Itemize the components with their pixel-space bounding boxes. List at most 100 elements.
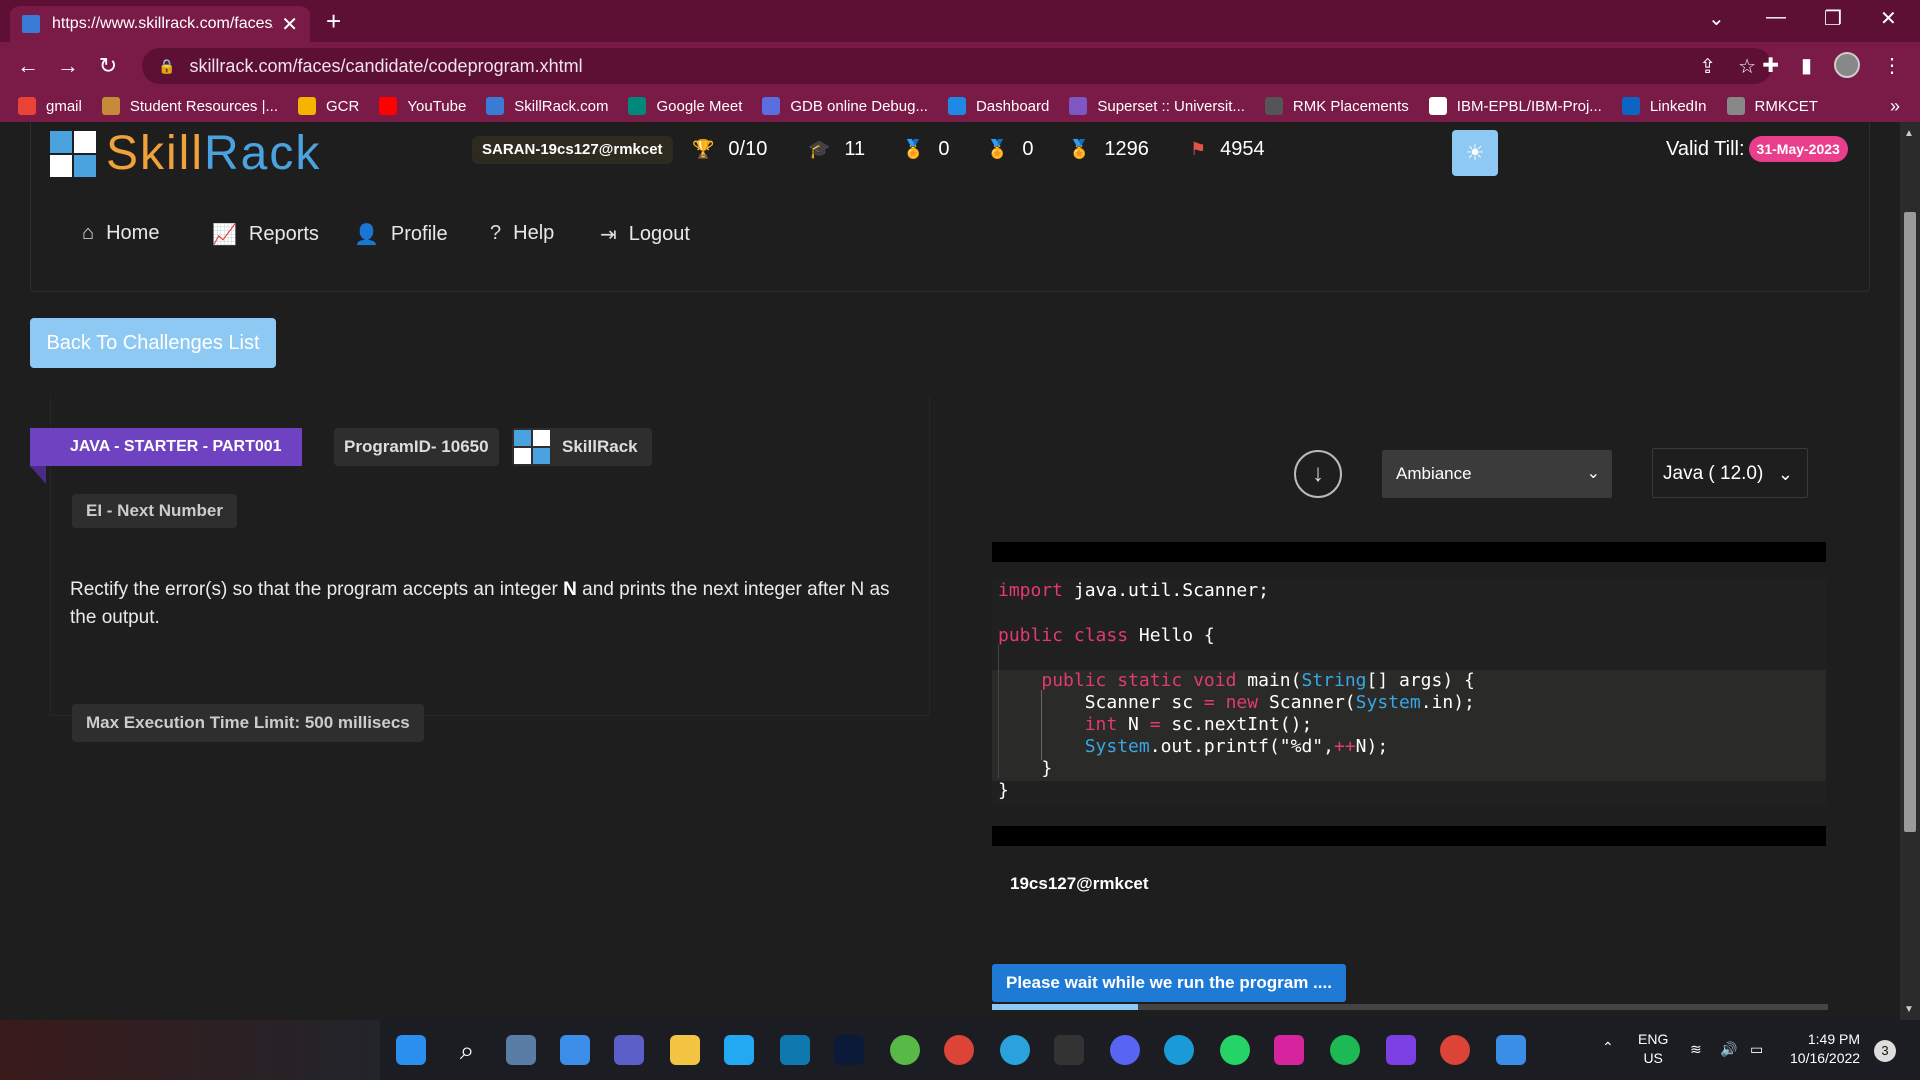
- prime-video-icon[interactable]: [780, 1035, 810, 1065]
- indent-guide: [1041, 690, 1042, 760]
- browser-tab[interactable]: https://www.skillrack.com/faces/c ✕: [10, 6, 310, 42]
- chrome-active-icon[interactable]: [1440, 1035, 1470, 1065]
- close-window-button[interactable]: ✕: [1880, 6, 1897, 31]
- new-tab-button[interactable]: +: [326, 6, 341, 37]
- tray-expand-icon[interactable]: ⌃: [1602, 1038, 1614, 1057]
- teams-icon[interactable]: [614, 1035, 644, 1065]
- alien-app-icon[interactable]: [1054, 1035, 1084, 1065]
- back-to-challenges-button[interactable]: Back To Challenges List: [30, 318, 276, 368]
- header-stat: 🏆 0/10: [692, 138, 767, 161]
- bookmark-item[interactable]: IBM-EPBL/IBM-Proj...: [1428, 97, 1602, 115]
- edge-icon[interactable]: [1164, 1035, 1194, 1065]
- profile-avatar[interactable]: [1834, 52, 1860, 78]
- time-limit-badge: Max Execution Time Limit: 500 millisecs: [72, 704, 424, 742]
- download-button[interactable]: ↓: [1294, 450, 1342, 498]
- problem-title: EI - Next Number: [72, 494, 237, 528]
- battery-icon[interactable]: ▭: [1750, 1040, 1763, 1059]
- restore-button[interactable]: ❐: [1824, 6, 1842, 31]
- header-stat: 🎓 11: [808, 138, 865, 161]
- tab-title: https://www.skillrack.com/faces/c: [52, 15, 274, 32]
- sun-icon: ☀: [1465, 140, 1485, 165]
- theme-toggle-button[interactable]: ☀: [1452, 130, 1498, 176]
- file-explorer-icon[interactable]: [670, 1035, 700, 1065]
- share-icon[interactable]: ⇪: [1699, 54, 1716, 79]
- bookmark-item[interactable]: gmail: [18, 97, 82, 115]
- bookmark-item[interactable]: Google Meet: [628, 97, 742, 115]
- vscode-icon[interactable]: [724, 1035, 754, 1065]
- bookmark-label: gmail: [46, 97, 82, 115]
- theme-select[interactable]: Ambiance ⌄: [1382, 450, 1612, 498]
- bookmarks-bar: gmail Student Resources |... GCR YouTube Ski…: [0, 90, 1920, 122]
- language-select[interactable]: Java ( 12.0) ⌄: [1652, 448, 1808, 498]
- discord-icon[interactable]: [1110, 1035, 1140, 1065]
- whatsapp-icon[interactable]: [1220, 1035, 1250, 1065]
- utorrent-icon[interactable]: [890, 1035, 920, 1065]
- language-indicator[interactable]: ENG US: [1638, 1030, 1668, 1068]
- bookmark-favicon-icon: [628, 97, 647, 115]
- forward-arrow-icon[interactable]: →: [48, 53, 88, 79]
- close-tab-icon[interactable]: ✕: [281, 12, 298, 37]
- address-bar[interactable]: 🔒 skillrack.com/faces/candidate/codeprog…: [142, 48, 1772, 84]
- minimize-button[interactable]: —: [1766, 6, 1786, 29]
- more-bookmarks-icon[interactable]: »: [1890, 96, 1900, 117]
- bookmark-item[interactable]: GCR: [298, 97, 359, 115]
- telegram-icon[interactable]: [1000, 1035, 1030, 1065]
- bookmark-favicon-icon: [486, 97, 505, 115]
- instagram-icon[interactable]: [1274, 1035, 1304, 1065]
- bookmark-label: GCR: [326, 97, 360, 115]
- theme-select-value: Ambiance: [1396, 464, 1472, 483]
- nav-profile[interactable]: 👤 Profile: [354, 222, 448, 247]
- widgets-icon[interactable]: [560, 1035, 590, 1065]
- side-panel-icon[interactable]: ▮: [1801, 53, 1812, 78]
- bookmark-item[interactable]: SkillRack.com: [486, 97, 608, 115]
- lock-icon[interactable]: 🔒: [158, 58, 175, 75]
- hotstar-icon[interactable]: [834, 1035, 864, 1065]
- skillrack-logo[interactable]: SkillRack: [50, 126, 321, 181]
- back-arrow-icon[interactable]: ←: [8, 53, 48, 79]
- page-content: SkillRack SARAN-19cs127@rmkcet 🏆 0/10 🎓 11 🏅…: [0, 122, 1900, 1020]
- clock[interactable]: 1:49 PM 10/16/2022: [1790, 1030, 1860, 1068]
- source-badge: SkillRack: [512, 428, 652, 466]
- source-label: SkillRack: [562, 437, 638, 456]
- scrollbar-thumb[interactable]: [1904, 212, 1916, 832]
- notification-badge[interactable]: 3: [1874, 1040, 1896, 1062]
- category-ribbon: JAVA - STARTER - PART001: [30, 428, 302, 466]
- bookmark-item[interactable]: Superset :: Universit...: [1069, 97, 1245, 115]
- code-editor[interactable]: import java.util.Scanner; public class H…: [992, 578, 1826, 806]
- bookmark-item[interactable]: YouTube: [379, 97, 466, 115]
- reload-icon[interactable]: ↻: [88, 53, 128, 79]
- task-view-icon[interactable]: [506, 1035, 536, 1065]
- help-icon: ?: [490, 222, 502, 244]
- bookmark-item[interactable]: RMK Placements: [1264, 97, 1409, 115]
- wifi-icon[interactable]: ≋: [1690, 1040, 1702, 1059]
- nav-logout[interactable]: ⇥ Logout: [600, 222, 690, 247]
- page-scrollbar[interactable]: ▲ ▼: [1900, 122, 1920, 1020]
- chrome-icon[interactable]: [944, 1035, 974, 1065]
- bookmark-item[interactable]: Student Resources |...: [101, 97, 278, 115]
- nav-help[interactable]: ? Help: [490, 222, 554, 245]
- start-icon[interactable]: [396, 1035, 426, 1065]
- photos-icon[interactable]: [1496, 1035, 1526, 1065]
- scroll-down-icon[interactable]: ▼: [1904, 1004, 1914, 1015]
- nav-home[interactable]: ⌂ Home: [82, 222, 159, 245]
- bookmark-star-icon[interactable]: ☆: [1738, 54, 1756, 79]
- bookmark-label: Google Meet: [656, 97, 743, 115]
- search-icon[interactable]: ⌕: [452, 1035, 482, 1065]
- validity: Valid Till: 31-May-2023: [1666, 136, 1848, 162]
- volume-icon[interactable]: 🔊: [1720, 1040, 1737, 1059]
- spotify-icon[interactable]: [1330, 1035, 1360, 1065]
- nav-reports[interactable]: 📈 Reports: [212, 222, 319, 247]
- bookmark-item[interactable]: Dashboard: [947, 97, 1049, 115]
- user-badge: SARAN-19cs127@rmkcet: [472, 136, 673, 164]
- bookmark-item[interactable]: GDB online Debug...: [762, 97, 928, 115]
- extensions-icon[interactable]: ✚: [1762, 53, 1779, 78]
- bookmark-item[interactable]: RMKCET: [1726, 97, 1818, 115]
- browser-tab-strip: https://www.skillrack.com/faces/c ✕ + ⌄ …: [0, 0, 1920, 42]
- bookmark-item[interactable]: LinkedIn: [1621, 97, 1707, 115]
- intellij-icon[interactable]: [1386, 1035, 1416, 1065]
- tab-search-icon[interactable]: ⌄: [1708, 6, 1725, 31]
- address-url[interactable]: skillrack.com/faces/candidate/codeprogra…: [189, 56, 582, 77]
- scroll-up-icon[interactable]: ▲: [1904, 128, 1914, 139]
- nav-label: Home: [106, 222, 160, 244]
- menu-kebab-icon[interactable]: ⋮: [1882, 53, 1902, 78]
